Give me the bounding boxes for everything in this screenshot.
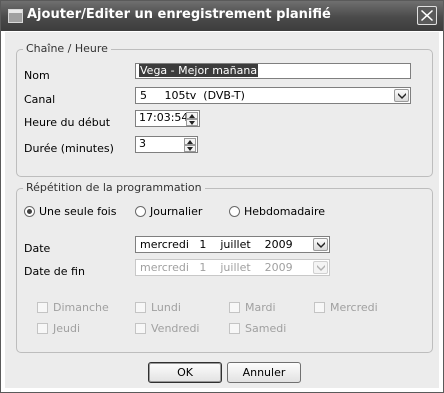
checkbox-thursday[interactable]: Jeudi [37, 322, 80, 335]
radio-weekly[interactable]: Hebdomadaire [229, 205, 325, 218]
duration-spinner[interactable] [184, 138, 196, 152]
date-dropdown-button[interactable] [313, 238, 328, 251]
arrow-down-icon [187, 147, 193, 151]
spinner-down-button[interactable] [186, 119, 198, 126]
checkbox-tuesday-box [229, 302, 240, 313]
title-bar[interactable]: Ajouter/Editer un enregistrement planifi… [1, 1, 443, 31]
window-icon [8, 9, 23, 23]
name-label: Nom [24, 69, 50, 82]
spinner-down-button[interactable] [184, 145, 196, 152]
cancel-button[interactable]: Annuler [227, 362, 301, 383]
checkbox-tuesday-label: Mardi [245, 301, 276, 314]
checkbox-tuesday[interactable]: Mardi [229, 301, 276, 314]
close-icon [421, 10, 433, 21]
dialog-body: Chaîne / Heure Nom Vega - Mejor mañana C… [5, 32, 439, 388]
start-time-spinner[interactable] [186, 112, 198, 126]
chevron-down-icon [317, 242, 325, 248]
chevron-down-icon [317, 265, 325, 271]
start-time-label: Heure du début [24, 116, 111, 129]
checkbox-sunday-box [37, 302, 48, 313]
channel-dropdown-button[interactable] [394, 89, 409, 102]
radio-once-indicator [24, 206, 35, 217]
date-picker[interactable]: mercredi 1 juillet 2009 [135, 236, 330, 253]
channel-value: 5 105tv (DVB-T) [140, 89, 245, 102]
duration-label: Durée (minutes) [24, 142, 114, 155]
channel-time-legend: Chaîne / Heure [23, 42, 111, 55]
checkbox-wednesday-label: Mercredi [330, 301, 378, 314]
radio-weekly-indicator [229, 206, 240, 217]
checkbox-friday-label: Vendredi [151, 322, 200, 335]
duration-field[interactable]: 3 [135, 136, 198, 153]
checkbox-saturday-box [229, 323, 240, 334]
checkbox-wednesday-box [314, 302, 325, 313]
checkbox-friday[interactable]: Vendredi [135, 322, 199, 335]
channel-select[interactable]: 5 105tv (DVB-T) [135, 87, 411, 104]
arrow-up-icon [187, 140, 193, 144]
checkbox-sunday[interactable]: Dimanche [37, 301, 109, 314]
radio-daily-indicator [135, 206, 146, 217]
start-time-field[interactable]: 17:03:54 [135, 110, 200, 127]
repetition-legend: Répétition de la programmation [23, 181, 205, 194]
checkbox-saturday[interactable]: Samedi [229, 322, 286, 335]
checkbox-saturday-label: Samedi [245, 322, 287, 335]
spinner-up-button[interactable] [184, 138, 196, 145]
ok-button[interactable]: OK [148, 362, 222, 383]
chevron-down-icon [398, 93, 406, 99]
arrow-down-icon [189, 121, 195, 125]
dialog-window: Ajouter/Editer un enregistrement planifi… [0, 0, 444, 393]
checkbox-sunday-label: Dimanche [53, 301, 109, 314]
arrow-up-icon [189, 114, 195, 118]
checkbox-monday[interactable]: Lundi [135, 301, 181, 314]
name-value: Vega - Mejor mañana [139, 64, 259, 77]
channel-label: Canal [24, 93, 56, 106]
checkbox-monday-label: Lundi [151, 301, 181, 314]
radio-daily[interactable]: Journalier [135, 205, 202, 218]
checkbox-wednesday[interactable]: Mercredi [314, 301, 378, 314]
end-date-label: Date de fin [24, 265, 85, 278]
start-time-value: 17:03:54 [139, 111, 189, 124]
window-title: Ajouter/Editer un enregistrement planifi… [27, 7, 331, 22]
checkbox-thursday-label: Jeudi [53, 322, 81, 335]
checkbox-friday-box [135, 323, 146, 334]
date-label: Date [24, 242, 51, 255]
close-button[interactable] [417, 6, 437, 25]
name-field[interactable]: Vega - Mejor mañana [135, 63, 411, 79]
radio-once[interactable]: Une seule fois [24, 205, 116, 218]
spinner-up-button[interactable] [186, 112, 198, 119]
date-value: mercredi 1 juillet 2009 [140, 238, 293, 251]
checkbox-monday-box [135, 302, 146, 313]
end-date-dropdown-button[interactable] [313, 261, 328, 274]
radio-weekly-label: Hebdomadaire [244, 205, 326, 218]
checkbox-thursday-box [37, 323, 48, 334]
end-date-picker[interactable]: mercredi 1 juillet 2009 [135, 259, 330, 276]
radio-once-label: Une seule fois [39, 205, 117, 218]
end-date-value: mercredi 1 juillet 2009 [140, 261, 293, 274]
duration-value: 3 [139, 137, 146, 150]
radio-daily-label: Journalier [150, 205, 203, 218]
